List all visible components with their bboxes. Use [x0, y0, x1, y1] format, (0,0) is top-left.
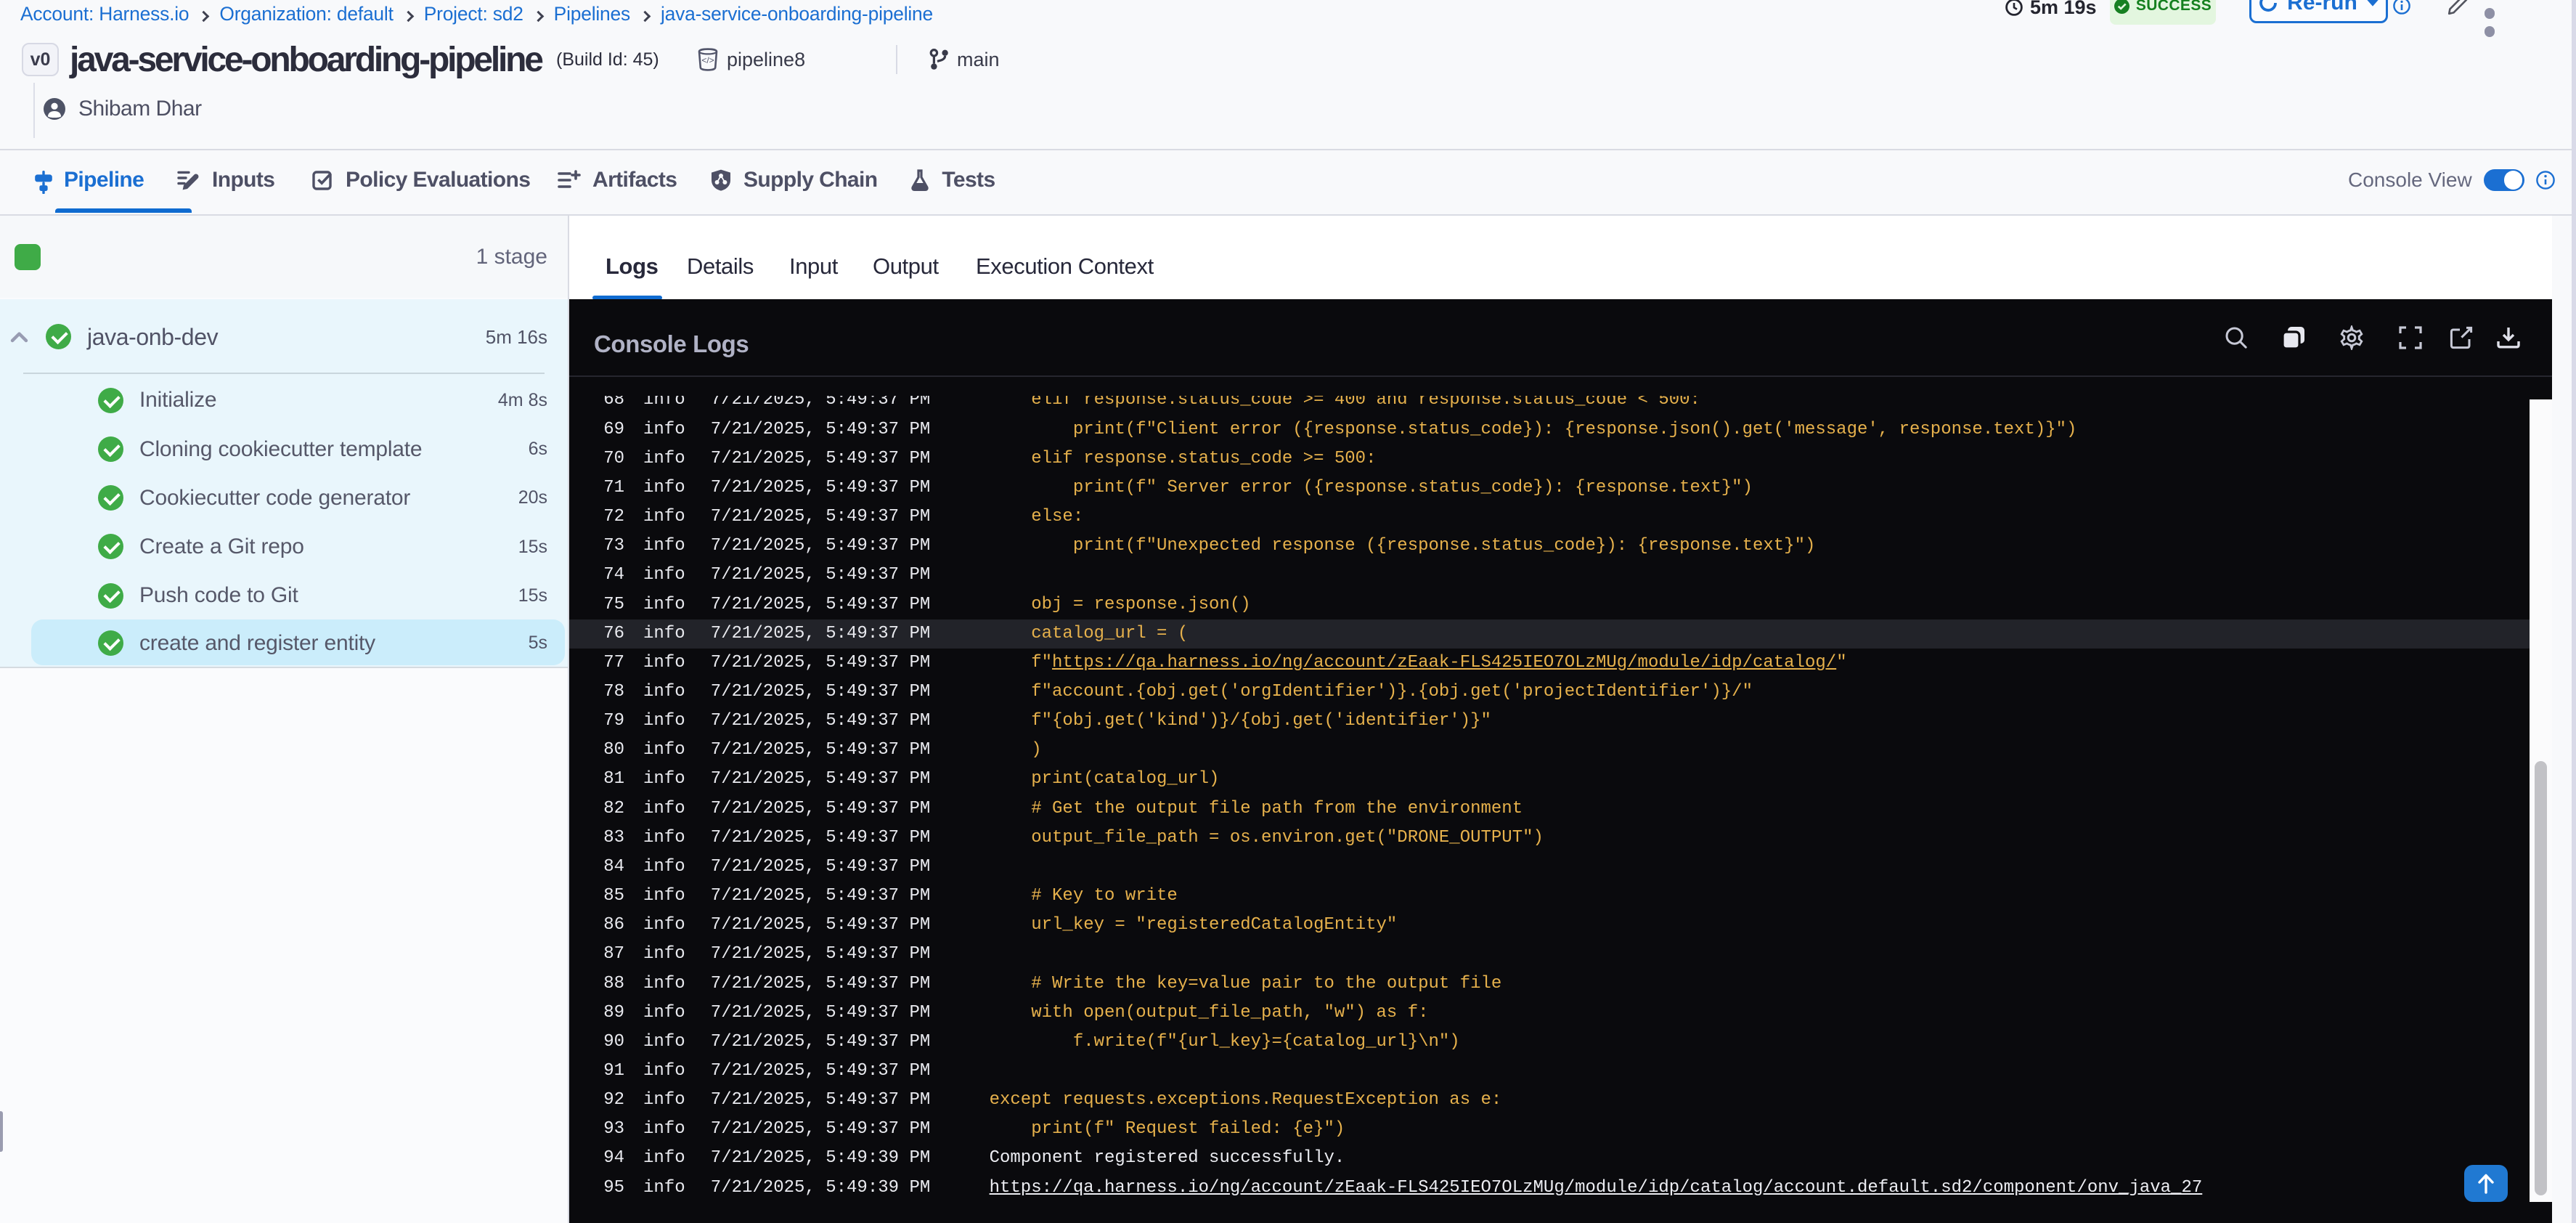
svg-text:</>: </>	[701, 55, 714, 65]
